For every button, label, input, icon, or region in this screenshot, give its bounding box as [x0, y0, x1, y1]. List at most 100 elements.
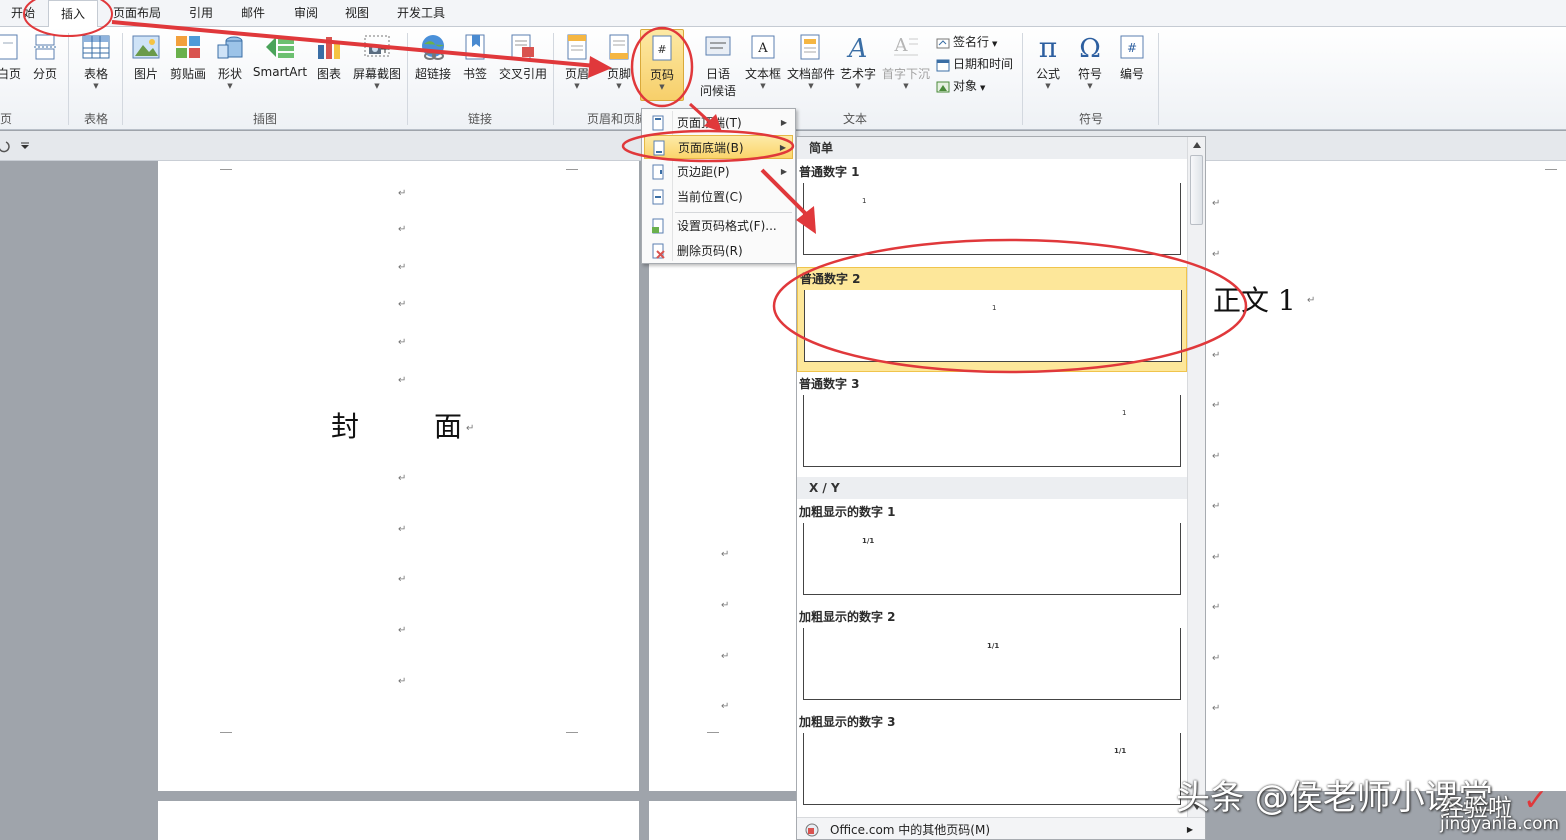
svg-text:A: A [894, 35, 909, 56]
menu-item-label: 页面底端(B) [678, 141, 744, 155]
undo-icon[interactable] [0, 139, 10, 153]
greeting-button[interactable]: 日语 问候语 [694, 33, 742, 99]
object-button[interactable]: 对象 ▼ [936, 77, 985, 94]
tab-view[interactable]: 视图 [332, 0, 382, 27]
textbox-icon: A [751, 35, 775, 59]
page-break-icon [34, 34, 56, 60]
smartart-icon [266, 37, 294, 58]
object-icon [936, 81, 950, 92]
page-cover[interactable]: ↵ ↵ ↵ ↵ ↵ ↵ 封 面 ↵ ↵ ↵ ↵ ↵ ↵ [158, 161, 639, 791]
paragraph-mark: ↵ [1212, 451, 1221, 462]
page-number-button[interactable]: # 页码 ▼ [640, 29, 684, 101]
drop-cap-button[interactable]: A 首字下沉 ▼ [880, 33, 932, 91]
tab-insert[interactable]: 插入 [48, 0, 98, 28]
screenshot-button[interactable]: 屏幕截图 ▼ [349, 33, 405, 91]
clipart-button[interactable]: 剪贴画 [166, 33, 210, 82]
gallery-item-plain-number-3[interactable]: 普通数字 3 1 [797, 373, 1187, 478]
date-time-button[interactable]: 日期和时间 [936, 55, 1013, 72]
menu-item-page-margins[interactable]: 页边距(P) ▶ [644, 160, 793, 184]
gallery-item-bold-number-2[interactable]: 加粗显示的数字 2 1/1 [797, 606, 1187, 711]
chevron-down-icon: ▼ [980, 84, 986, 92]
menu-item-bottom-of-page[interactable]: 页面底端(B) ▶ [644, 135, 793, 159]
cross-reference-button[interactable]: 交叉引用 [496, 33, 550, 82]
quick-parts-button[interactable]: 文档部件 ▼ [786, 33, 836, 91]
gallery-item-plain-number-1[interactable]: 普通数字 1 1 [797, 161, 1187, 266]
page-break-button[interactable]: 分页 [28, 33, 62, 82]
page-body[interactable]: ↵ ↵ 正文 1 ↵ ↵ ↵ ↵ ↵ ↵ ↵ ↵ ↵ [1205, 161, 1566, 791]
menu-item-format-page-numbers[interactable]: 设置页码格式(F)... [644, 214, 793, 238]
bookmark-label: 书签 [462, 67, 487, 81]
tab-mailings[interactable]: 邮件 [228, 0, 278, 27]
hyperlink-button[interactable]: 超链接 [411, 33, 455, 82]
preview-page-number: 1 [1122, 409, 1127, 417]
shapes-button[interactable]: 形状 ▼ [213, 33, 247, 91]
margin-corner-mark [1545, 169, 1557, 170]
preview-page-number: 1/1 [1114, 747, 1127, 755]
textbox-button[interactable]: A 文本框 ▼ [742, 33, 784, 91]
chart-button[interactable]: 图表 [312, 33, 346, 82]
menu-item-label: 当前位置(C) [677, 190, 743, 204]
number-label: 编号 [1119, 67, 1144, 81]
tab-references[interactable]: 引用 [176, 0, 226, 27]
greeting-label-line2: 问候语 [699, 84, 736, 98]
table-button[interactable]: 表格 ▼ [76, 33, 116, 91]
margin-corner-mark [220, 169, 232, 170]
cover-title-char-1: 封 [331, 410, 360, 443]
menu-item-remove-page-numbers[interactable]: 删除页码(R) [644, 239, 793, 263]
smartart-label: SmartArt [252, 65, 308, 79]
blank-page-button[interactable]: 白页 [0, 33, 24, 82]
symbol-button[interactable]: Ω 符号 ▼ [1070, 33, 1110, 91]
page-next-2[interactable] [649, 801, 799, 840]
number-button[interactable]: # 编号 [1112, 33, 1152, 82]
signature-line-label: 签名行 [953, 35, 990, 49]
menu-item-label: 页边距(P) [677, 165, 730, 179]
more-page-numbers-office-com[interactable]: Office.com 中的其他页码(M) ▶ [797, 817, 1205, 839]
paragraph-mark: ↵ [398, 574, 407, 585]
gallery-item-preview: 1 [803, 395, 1181, 467]
menu-item-top-of-page[interactable]: 页面顶端(T) ▶ [644, 111, 793, 135]
picture-button[interactable]: 图片 [128, 33, 164, 82]
cover-title-char-2: 面 [434, 410, 463, 443]
header-button[interactable]: 页眉 ▼ [558, 33, 596, 91]
page-break-label: 分页 [32, 67, 57, 81]
tab-page-layout[interactable]: 页面布局 [104, 0, 170, 27]
wordart-icon: A [847, 34, 868, 61]
gallery-item-name: 加粗显示的数字 2 [799, 610, 896, 624]
object-label: 对象 [953, 79, 978, 93]
equation-button[interactable]: π 公式 ▼ [1028, 33, 1068, 91]
paragraph-mark: ↵ [721, 549, 730, 560]
margin-corner-mark [566, 732, 578, 733]
tab-review[interactable]: 审阅 [281, 0, 331, 27]
gallery-item-plain-number-2[interactable]: 普通数字 2 1 [797, 267, 1187, 372]
table-icon [82, 35, 110, 59]
gallery-item-preview: 1 [804, 290, 1182, 362]
customize-toolbar-icon[interactable] [20, 142, 30, 150]
wordart-label: 艺术字 [839, 67, 876, 81]
paragraph-mark: ↵ [721, 600, 730, 611]
bookmark-button[interactable]: 书签 [458, 33, 492, 82]
group-label-links: 链接 [467, 112, 492, 126]
page-number-gallery: 简单 普通数字 1 1 普通数字 2 1 普通数字 3 1 X / Y 加粗显示… [796, 136, 1206, 840]
gallery-scrollbar[interactable] [1187, 137, 1205, 817]
paragraph-mark: ↵ [1212, 703, 1221, 714]
quick-parts-label: 文档部件 [786, 67, 835, 81]
blank-page-label: 白页 [0, 67, 21, 81]
greeting-icon [705, 36, 731, 56]
preview-page-number: 1 [862, 197, 867, 205]
signature-line-button[interactable]: 签名行 ▼ [936, 33, 997, 50]
gallery-item-bold-number-1[interactable]: 加粗显示的数字 1 1/1 [797, 501, 1187, 606]
page-next-1[interactable] [158, 801, 639, 840]
footer-button[interactable]: 页脚 ▼ [600, 33, 638, 91]
scroll-up-icon[interactable] [1192, 141, 1202, 149]
tab-developer[interactable]: 开发工具 [386, 0, 456, 27]
smartart-button[interactable]: SmartArt [250, 33, 310, 79]
menu-item-current-position[interactable]: 当前位置(C) [644, 185, 793, 209]
calendar-icon [936, 59, 950, 71]
wordart-button[interactable]: A 艺术字 ▼ [838, 33, 878, 91]
scrollbar-thumb[interactable] [1190, 155, 1203, 225]
gallery-item-bold-number-3[interactable]: 加粗显示的数字 3 1/1 [797, 711, 1187, 816]
textbox-label: 文本框 [744, 67, 781, 81]
site-watermark-check: ✓ [1523, 783, 1549, 818]
tab-home[interactable]: 开始 [0, 0, 46, 27]
gallery-item-preview: 1/1 [803, 523, 1181, 595]
